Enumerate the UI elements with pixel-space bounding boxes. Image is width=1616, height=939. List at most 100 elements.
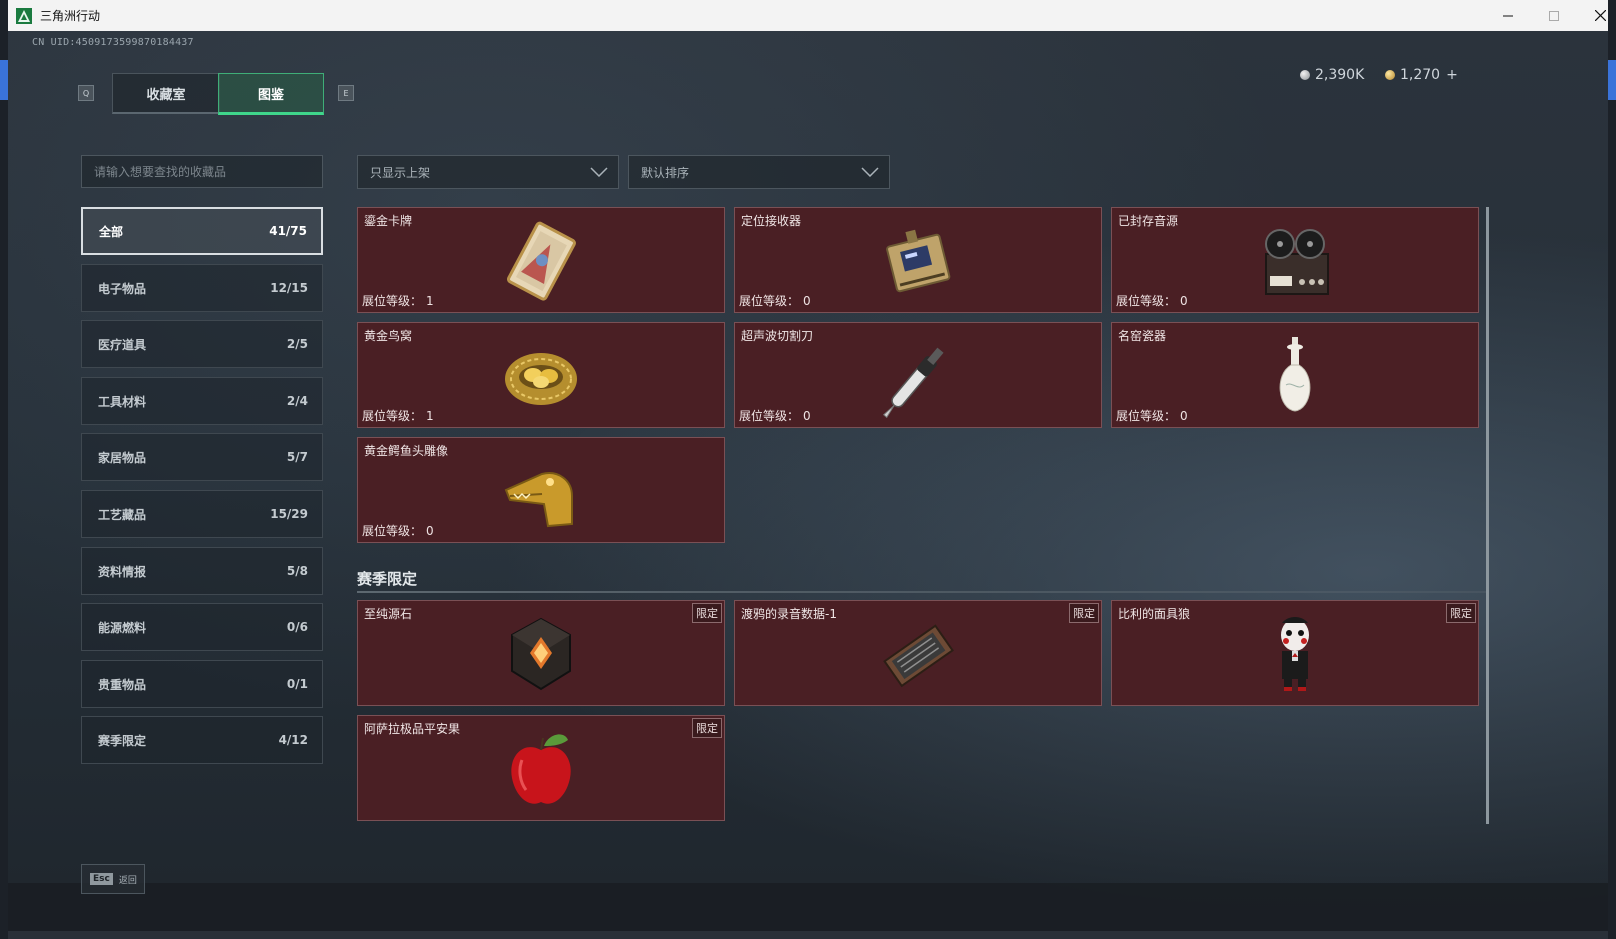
porcelain-vase-icon (1279, 337, 1311, 412)
desktop-edge-right-highlight (1608, 60, 1616, 100)
item-level: 展位等级： 1 (362, 407, 434, 424)
item-level-value: 0 (1180, 409, 1188, 423)
section-divider (357, 591, 1487, 593)
item-name: 名窑瓷器 (1118, 329, 1167, 343)
category-medical[interactable]: 医疗道具 2/5 (81, 320, 323, 368)
item-level-value: 0 (426, 524, 434, 538)
season-item-card[interactable]: 至纯源石 限定 (357, 600, 725, 706)
category-count: 0/6 (286, 620, 308, 634)
item-level: 展位等级： 0 (362, 522, 434, 539)
golden-crocodile-head-icon (504, 472, 573, 528)
maximize-icon (1549, 10, 1559, 21)
silver-coin-icon (1300, 70, 1310, 80)
category-valuables[interactable]: 贵重物品 0/1 (81, 660, 323, 708)
currency-silver-value: 2,390K (1315, 67, 1365, 83)
category-intel[interactable]: 资料情报 5/8 (81, 547, 323, 595)
reel-to-reel-recorder-icon (1265, 229, 1329, 295)
ultrasonic-cutter-icon (882, 347, 944, 419)
category-count: 41/75 (269, 224, 307, 238)
section-title-season-limited: 赛季限定 (357, 570, 418, 588)
billy-puppet-icon (1281, 617, 1309, 691)
currency-gold: 1,270 + (1385, 67, 1458, 83)
item-level: 展位等级： 0 (1116, 292, 1188, 309)
tab-label: 收藏室 (146, 87, 186, 103)
key-hint-left: Q (78, 85, 94, 101)
locator-receiver-icon (886, 229, 951, 293)
category-label: 医疗道具 (98, 337, 147, 352)
category-fuel[interactable]: 能源燃料 0/6 (81, 603, 323, 651)
category-count: 12/15 (270, 281, 308, 295)
item-card[interactable]: 黄金鸟窝 展位等级： 1 (357, 322, 725, 428)
item-card[interactable]: 名窑瓷器 展位等级： 0 (1111, 322, 1479, 428)
category-label: 赛季限定 (98, 733, 147, 748)
player-uid: CN UID:4509173599870184437 (32, 37, 194, 48)
golden-nest-icon (505, 353, 577, 405)
app-logo-icon (16, 7, 32, 24)
category-season-limited[interactable]: 赛季限定 4/12 (81, 716, 323, 764)
item-card[interactable]: 已封存音源 展位等级： 0 (1111, 207, 1479, 313)
filter-value: 只显示上架 (370, 165, 431, 180)
item-level: 展位等级： 0 (739, 407, 811, 424)
category-household[interactable]: 家居物品 5/7 (81, 433, 323, 481)
sort-dropdown[interactable]: 默认排序 (628, 155, 890, 189)
search-input[interactable]: 请输入想要查找的收藏品 (81, 155, 323, 188)
item-name: 黄金鸟窝 (364, 329, 413, 343)
season-item-card[interactable]: 渡鸦的录音数据-1 限定 (734, 600, 1102, 706)
key-hint-right: E (338, 85, 354, 101)
sort-value: 默认排序 (641, 165, 690, 180)
bottom-bar (8, 883, 1608, 931)
category-label: 能源燃料 (98, 620, 147, 635)
minimize-icon (1503, 15, 1513, 16)
gold-coin-icon (1385, 70, 1395, 80)
category-all[interactable]: 全部 41/75 (81, 207, 323, 255)
chevron-down-icon (861, 167, 879, 177)
category-count: 2/5 (286, 337, 308, 351)
item-level-value: 0 (803, 409, 811, 423)
maximize-button[interactable] (1531, 0, 1577, 31)
category-label: 资料情报 (98, 564, 147, 579)
season-item-card[interactable]: 比利的面具狼 限定 (1111, 600, 1479, 706)
category-label: 贵重物品 (98, 677, 147, 692)
currency-silver: 2,390K (1300, 67, 1364, 83)
limited-badge: 限定 (692, 603, 722, 623)
raven-recording-data-icon (883, 624, 954, 688)
red-apple-icon (511, 734, 571, 804)
category-label: 家居物品 (98, 450, 147, 465)
close-button[interactable] (1577, 0, 1616, 31)
item-name: 超声波切割刀 (741, 329, 814, 343)
filter-dropdown[interactable]: 只显示上架 (357, 155, 619, 189)
currency-gold-value: 1,270 (1400, 67, 1441, 83)
season-item-card[interactable]: 阿萨拉极品平安果 限定 (357, 715, 725, 821)
item-name: 比利的面具狼 (1118, 607, 1191, 621)
desktop-edge-left-highlight (0, 60, 8, 100)
item-level-label: 展位等级： (739, 294, 800, 308)
category-electronics[interactable]: 电子物品 12/15 (81, 264, 323, 312)
category-count: 2/4 (286, 394, 308, 408)
category-crafts[interactable]: 工艺藏品 15/29 (81, 490, 323, 538)
item-level-value: 0 (803, 294, 811, 308)
item-card[interactable]: 黄金鳄鱼头雕像 展位等级： 0 (357, 437, 725, 543)
tab-catalog[interactable]: 图鉴 (218, 73, 324, 115)
game-window: CN UID:4509173599870184437 Q 收藏室 图鉴 E 2,… (8, 31, 1608, 931)
currency-add-button[interactable]: + (1446, 67, 1458, 83)
item-level-label: 展位等级： (1116, 294, 1177, 308)
item-card[interactable]: 定位接收器 展位等级： 0 (734, 207, 1102, 313)
results-scrollbar[interactable] (1486, 207, 1489, 824)
pure-originium-icon (511, 617, 571, 691)
item-level: 展位等级： 1 (362, 292, 434, 309)
tab-collection-room[interactable]: 收藏室 (112, 73, 220, 114)
back-button[interactable]: Esc 返回 (81, 864, 145, 894)
item-name: 黄金鳄鱼头雕像 (364, 444, 449, 458)
category-label: 工艺藏品 (98, 507, 147, 522)
item-level-value: 0 (1180, 294, 1188, 308)
item-card[interactable]: 超声波切割刀 展位等级： 0 (734, 322, 1102, 428)
category-tools[interactable]: 工具材料 2/4 (81, 377, 323, 425)
category-count: 5/8 (286, 564, 308, 578)
item-card[interactable]: 鎏金卡牌 展位等级： 1 (357, 207, 725, 313)
minimize-button[interactable] (1485, 0, 1531, 31)
item-level-label: 展位等级： (362, 294, 423, 308)
category-label: 全部 (99, 224, 124, 239)
esc-key: Esc (90, 873, 113, 885)
item-level-label: 展位等级： (362, 409, 423, 423)
tab-label: 图鉴 (257, 87, 284, 103)
